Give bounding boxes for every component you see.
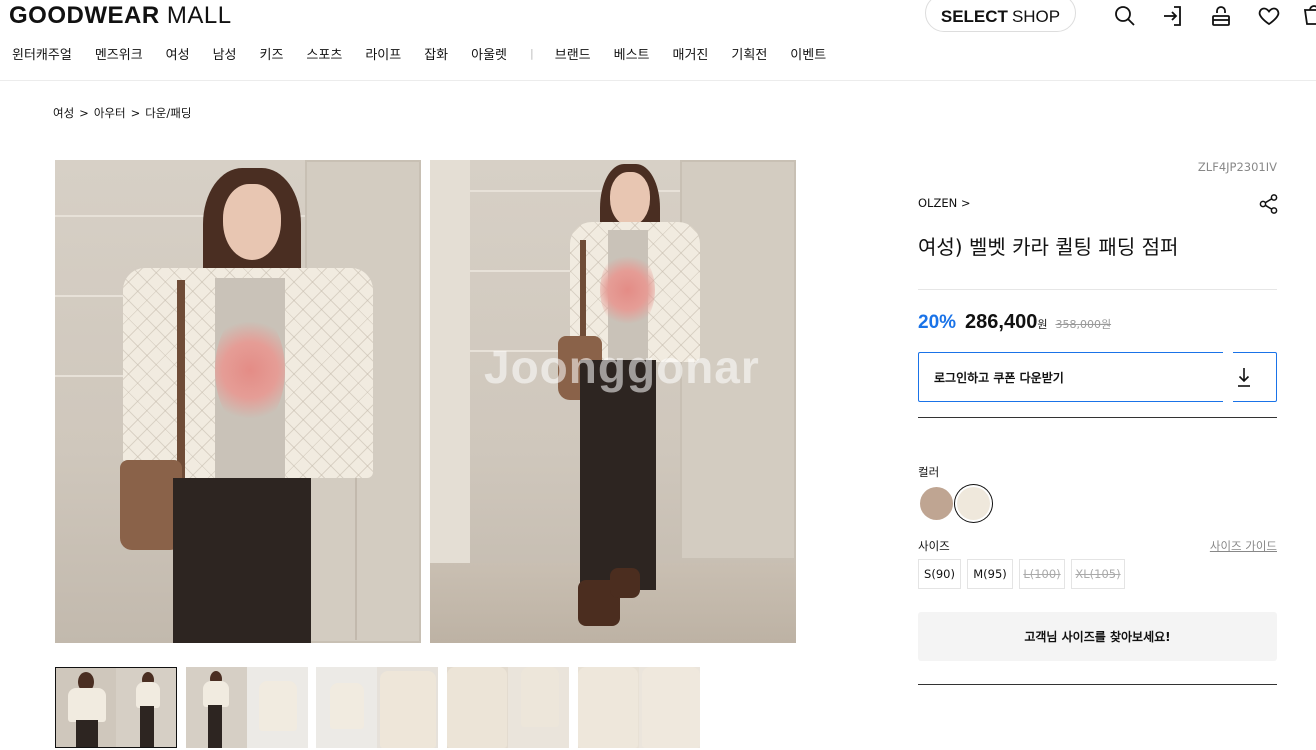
coupon-notch-bottom: [1223, 396, 1233, 402]
breadcrumb-item-down-padding[interactable]: 다운/패딩: [145, 106, 191, 120]
thumbnail-3[interactable]: [316, 667, 438, 748]
color-swatch-ivory[interactable]: [957, 487, 990, 520]
select-shop-light: SHOP: [1011, 7, 1061, 26]
currency-unit: 원: [1037, 318, 1048, 331]
size-option-s[interactable]: S(90): [918, 559, 961, 589]
breadcrumb-item-outer[interactable]: 아우터: [94, 106, 126, 120]
coupon-label: 로그인하고 쿠폰 다운받기: [934, 370, 1064, 385]
thumbnail-2[interactable]: [186, 667, 308, 748]
search-icon[interactable]: [1113, 4, 1137, 28]
login-icon[interactable]: [1161, 4, 1185, 28]
coupon-divider: [918, 417, 1277, 418]
nav-item-magazine[interactable]: 매거진: [673, 44, 709, 63]
select-shop-bold: SELECT: [940, 7, 1008, 26]
logo-light: MALL: [166, 2, 232, 29]
find-my-size-button[interactable]: 고객님 사이즈를 찾아보세요!: [918, 612, 1277, 661]
product-image-main-2[interactable]: [430, 160, 796, 643]
breadcrumb-item-women[interactable]: 여성: [53, 106, 74, 120]
breadcrumb: 여성 > 아우터 > 다운/패딩: [53, 105, 191, 121]
sale-price: 286,400: [965, 311, 1038, 333]
size-guide-link[interactable]: 사이즈 가이드: [1210, 538, 1277, 554]
heart-icon[interactable]: [1257, 4, 1281, 28]
nav-separator: |: [530, 46, 534, 60]
nav-item-goods[interactable]: 잡화: [424, 44, 448, 63]
product-image-main-1[interactable]: [55, 160, 421, 643]
title-divider: [918, 289, 1277, 290]
brand-link[interactable]: OLZEN >: [918, 196, 971, 210]
nav-item-outlet[interactable]: 아울렛: [471, 44, 507, 63]
size-option-m[interactable]: M(95): [967, 559, 1013, 589]
thumbnail-1[interactable]: [55, 667, 177, 748]
nav-item-brand[interactable]: 브랜드: [555, 44, 591, 63]
logo-bold: GOODWEAR: [9, 2, 160, 29]
options-divider: [918, 684, 1277, 685]
nav-item-kids[interactable]: 키즈: [260, 44, 284, 63]
nav-item-mens-week[interactable]: 멘즈위크: [95, 44, 143, 63]
nav-item-best[interactable]: 베스트: [614, 44, 650, 63]
breadcrumb-separator: >: [130, 106, 141, 120]
size-label: 사이즈: [918, 539, 950, 553]
select-shop-button[interactable]: SELECT SHOP: [925, 0, 1076, 32]
cart-icon[interactable]: [1302, 4, 1316, 28]
coupon-download-button[interactable]: 로그인하고 쿠폰 다운받기: [918, 352, 1277, 402]
discount-rate: 20%: [918, 312, 957, 333]
price-row: 20% 286,400 원 358,000원: [918, 311, 1111, 334]
shopping-bag-icon[interactable]: [1209, 4, 1233, 28]
color-swatch-brown[interactable]: [920, 487, 953, 520]
share-icon[interactable]: [1258, 193, 1280, 215]
site-logo[interactable]: GOODWEAR MALL: [9, 2, 232, 30]
thumbnail-4[interactable]: [447, 667, 569, 748]
nav-item-men[interactable]: 남성: [213, 44, 237, 63]
breadcrumb-separator: >: [79, 106, 89, 120]
product-title: 여성) 벨벳 카라 퀼팅 패딩 점퍼: [918, 235, 1179, 259]
color-label: 컬러: [918, 465, 940, 479]
nav-item-event[interactable]: 이벤트: [790, 44, 826, 63]
header-divider: [0, 80, 1316, 81]
size-option-l[interactable]: L(100): [1019, 559, 1065, 589]
original-price: 358,000원: [1055, 318, 1112, 331]
nav-item-life[interactable]: 라이프: [365, 44, 401, 63]
coupon-notch-top: [1223, 352, 1233, 358]
nav-item-sports[interactable]: 스포츠: [306, 44, 342, 63]
nav-item-exhibition[interactable]: 기획전: [731, 44, 767, 63]
nav-item-women[interactable]: 여성: [166, 44, 190, 63]
size-option-xl[interactable]: XL(105): [1071, 559, 1125, 589]
download-icon: [1236, 366, 1252, 388]
product-sku: ZLF4JP2301IV: [1197, 160, 1277, 174]
main-nav: 윈터캐주얼 멘즈위크 여성 남성 키즈 스포츠 라이프 잡화 아울렛 | 브랜드…: [12, 44, 849, 63]
nav-item-winter-casual[interactable]: 윈터캐주얼: [12, 44, 72, 63]
thumbnail-5[interactable]: [578, 667, 700, 748]
